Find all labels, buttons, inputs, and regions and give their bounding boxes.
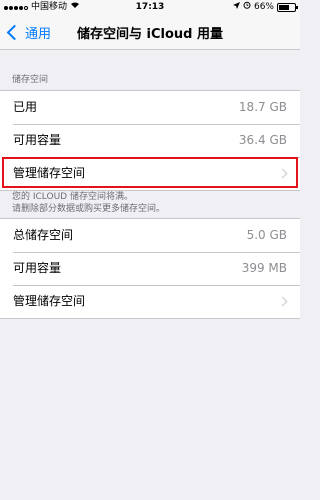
battery-icon (277, 3, 298, 12)
available-row: 可用容量 36.4 GB (0, 124, 300, 157)
chevron-right-icon (277, 168, 288, 179)
status-bar: 中国移动 17:13 66% (0, 0, 300, 15)
storage-group: 已用 18.7 GB 可用容量 36.4 GB 管理储存空间 (0, 90, 300, 191)
storage-section-header: 储存空间 (12, 75, 49, 85)
status-right: 66% (232, 0, 298, 15)
icloud-available-row: 可用容量 399 MB (0, 252, 300, 285)
location-icon (232, 0, 240, 15)
icloud-note-line-1: 您的 ICLOUD 储存空间将满。 (12, 192, 133, 202)
icloud-note-line-2: 请删除部分数据或购买更多储存空间。 (12, 204, 166, 214)
icloud-available-value: 399 MB (241, 261, 287, 275)
icloud-manage-storage-row[interactable]: 管理储存空间 (0, 285, 300, 318)
available-value: 36.4 GB (238, 133, 287, 147)
available-label: 可用容量 (13, 133, 62, 147)
navigation-bar: 通用 储存空间与 iCloud 用量 (0, 15, 300, 50)
page-title: 储存空间与 iCloud 用量 (77, 27, 223, 42)
chevron-right-icon (277, 296, 288, 307)
manage-storage-label: 管理储存空间 (13, 166, 86, 180)
alarm-icon (243, 0, 251, 15)
used-value: 18.7 GB (238, 100, 287, 114)
used-row: 已用 18.7 GB (0, 91, 300, 124)
battery-percent: 66% (253, 2, 274, 12)
manage-storage-row[interactable]: 管理储存空间 (0, 157, 300, 190)
screen: 中国移动 17:13 66% 通用 储存空间与 iCloud 用量 储存空间 已… (0, 0, 300, 500)
total-storage-value: 5.0 GB (246, 228, 287, 242)
total-storage-row: 总储存空间 5.0 GB (0, 219, 300, 252)
total-storage-label: 总储存空间 (13, 228, 74, 242)
icloud-group: 总储存空间 5.0 GB 可用容量 399 MB 管理储存空间 (0, 218, 300, 319)
icloud-full-note: 您的 ICLOUD 储存空间将满。 请删除部分数据或购买更多储存空间。 (12, 191, 292, 215)
used-label: 已用 (13, 100, 38, 114)
icloud-available-label: 可用容量 (13, 261, 62, 275)
icloud-manage-storage-label: 管理储存空间 (13, 294, 86, 308)
